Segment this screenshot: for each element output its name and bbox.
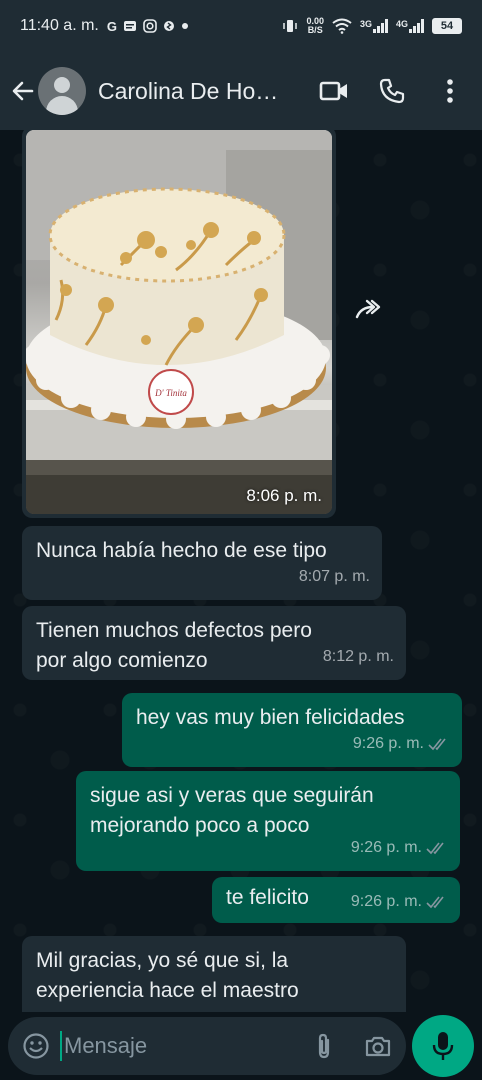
wifi-icon	[332, 18, 352, 34]
battery-icon: 54	[432, 18, 462, 34]
message-incoming[interactable]: Nunca había hecho de ese tipo 8:07 p. m.	[22, 526, 382, 600]
net-speed: 0.00 B/S	[306, 16, 324, 35]
status-bar: 11:40 a. m. G 0.00 B/S 3G 4G 54	[0, 0, 482, 52]
mic-button[interactable]	[412, 1015, 474, 1077]
message-time: 8:12 p. m.	[322, 648, 394, 665]
message-incoming[interactable]: Mil gracias, yo sé que si, la experienci…	[22, 936, 406, 1012]
message-outgoing[interactable]: te felicito 9:26 p. m.	[212, 877, 460, 923]
phone-icon[interactable]	[376, 75, 408, 107]
message-outgoing[interactable]: sigue asi y veras que seguirán mejorando…	[76, 771, 460, 871]
message-time: 9:26 p. m.	[353, 729, 450, 759]
message-text: hey vas muy bien felicidades	[136, 706, 405, 729]
attach-icon[interactable]	[314, 1032, 334, 1060]
back-arrow-icon[interactable]	[8, 76, 38, 106]
message-input-bar	[0, 1012, 482, 1080]
message-text: Nunca había hecho de ese tipo	[36, 539, 327, 562]
message-text: te felicito	[226, 886, 309, 909]
message-outgoing[interactable]: hey vas muy bien felicidades 9:26 p. m.	[122, 693, 462, 767]
forward-icon[interactable]	[350, 290, 390, 330]
message-text: sigue asi y veras que seguirán mejorando…	[90, 784, 374, 837]
read-ticks-icon	[426, 842, 444, 855]
status-time: 11:40 a. m.	[20, 17, 99, 34]
message-time: 9:26 p. m.	[351, 887, 448, 917]
network-3g-label: 3G	[359, 19, 372, 29]
message-input[interactable]	[64, 1033, 284, 1059]
message-time: 9:26 p. m.	[351, 833, 448, 863]
chat-area[interactable]: D' Tinita 8:06 p. m. Nunca había hecho d…	[0, 130, 482, 1012]
video-call-icon[interactable]	[318, 75, 350, 107]
vibrate-icon	[282, 18, 298, 34]
text-cursor	[60, 1031, 62, 1061]
image-time: 8:06 p. m.	[246, 486, 322, 505]
read-ticks-icon	[428, 738, 446, 751]
news-icon	[123, 19, 137, 33]
contact-name[interactable]: Carolina De Ho…	[98, 78, 298, 105]
chat-header: Carolina De Ho…	[0, 52, 482, 130]
avatar[interactable]	[38, 67, 86, 115]
google-icon: G	[106, 18, 117, 34]
network-4g-label: 4G	[395, 19, 408, 29]
camera-icon[interactable]	[364, 1034, 392, 1058]
emoji-icon[interactable]	[22, 1032, 50, 1060]
instagram-icon	[143, 19, 157, 33]
message-incoming[interactable]: Tienen muchos defectos pero por algo com…	[22, 606, 406, 680]
image-message[interactable]: D' Tinita 8:06 p. m.	[22, 130, 336, 518]
read-ticks-icon	[426, 896, 444, 909]
message-input-container[interactable]	[8, 1017, 406, 1075]
signal-4g-icon	[409, 19, 424, 33]
mic-icon	[432, 1032, 454, 1060]
message-time: 8:07 p. m.	[298, 568, 370, 585]
shazam-icon	[163, 20, 175, 32]
message-text: Mil gracias, yo sé que si, la experienci…	[36, 949, 299, 1002]
message-text: Tienen muchos defectos pero por algo com…	[36, 619, 312, 672]
more-options-icon[interactable]	[434, 75, 466, 107]
signal-3g-icon	[372, 19, 388, 33]
cake-photo[interactable]: D' Tinita 8:06 p. m.	[26, 130, 332, 514]
dot-icon	[181, 22, 189, 30]
cake-logo-text: D' Tinita	[154, 388, 187, 398]
